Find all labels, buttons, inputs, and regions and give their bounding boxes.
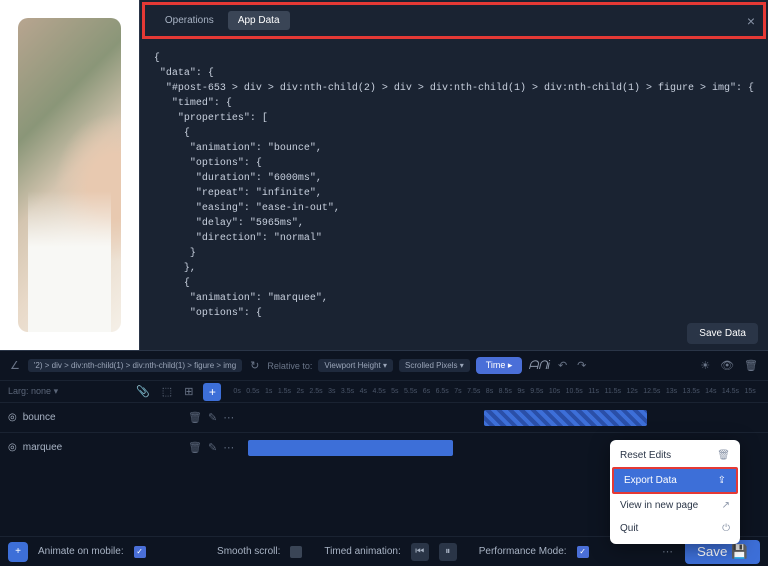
- animate-mobile-label: Animate on mobile:: [38, 546, 124, 557]
- code-view[interactable]: { "data": { "#post-653 > div > div:nth-c…: [140, 41, 768, 317]
- more-icon[interactable]: ⋯: [223, 411, 234, 424]
- preview-image: [18, 18, 121, 332]
- data-panel: Operations App Data × { "data": { "#post…: [139, 0, 768, 350]
- layers-icon[interactable]: ⬚: [160, 383, 174, 400]
- more-icon[interactable]: ⋯: [660, 543, 675, 560]
- preview-panel: [0, 0, 139, 350]
- toolbar: ∠ '2) > div > div:nth-child(1) > div:nth…: [0, 350, 768, 380]
- breadcrumb[interactable]: '2) > div > div:nth-child(1) > div:nth-c…: [28, 359, 242, 372]
- undo-icon[interactable]: ↶: [556, 357, 569, 374]
- animate-mobile-checkbox[interactable]: ✓: [134, 546, 146, 558]
- ctx-view-new-page[interactable]: View in new page ↗: [610, 494, 740, 517]
- track-label[interactable]: ◎marquee: [8, 442, 188, 453]
- add-track-button[interactable]: +: [203, 383, 221, 401]
- brightness-icon[interactable]: ☀: [698, 357, 712, 374]
- plus-outline-icon[interactable]: ⊞: [182, 383, 195, 400]
- target-icon: ◎: [8, 442, 17, 453]
- viewport-select[interactable]: Viewport Height ▾: [318, 359, 393, 372]
- redo-icon[interactable]: ↷: [575, 357, 588, 374]
- edit-icon[interactable]: ✎: [208, 441, 217, 454]
- edit-icon[interactable]: ✎: [208, 411, 217, 424]
- trash-icon[interactable]: 🗑: [188, 441, 202, 454]
- track-bar[interactable]: [248, 440, 453, 456]
- smooth-scroll-label: Smooth scroll:: [217, 546, 280, 557]
- track-timeline[interactable]: [248, 410, 760, 426]
- track-label[interactable]: ◎bounce: [8, 412, 188, 423]
- track-bar[interactable]: [484, 410, 648, 426]
- power-icon: ⏻: [722, 523, 730, 534]
- smooth-scroll-checkbox[interactable]: [290, 546, 302, 558]
- add-button[interactable]: +: [8, 542, 28, 562]
- trash-icon: 🗑: [717, 450, 730, 461]
- save-data-button[interactable]: Save Data: [687, 323, 758, 344]
- save-icon: 💾: [731, 544, 748, 560]
- trash-icon[interactable]: 🗑: [188, 411, 202, 424]
- attach-icon[interactable]: 📎: [134, 383, 152, 400]
- refresh-icon[interactable]: ↻: [248, 357, 261, 374]
- tabs-row: Operations App Data ×: [142, 2, 766, 39]
- pause-button[interactable]: ⏸: [439, 543, 457, 561]
- back-icon[interactable]: ∠: [8, 357, 22, 374]
- ctx-export-data[interactable]: Export Data ⇪: [612, 467, 738, 494]
- ctx-quit[interactable]: Quit ⏻: [610, 517, 740, 540]
- scrolled-select[interactable]: Scrolled Pixels ▾: [399, 359, 470, 372]
- timeline-header: Larg: none ▾ 📎 ⬚ ⊞ + 0s0.5s1s1.5s2s2.5s3…: [0, 380, 768, 402]
- time-button[interactable]: Time ▸: [476, 357, 523, 374]
- performance-mode-label: Performance Mode:: [479, 546, 567, 557]
- eye-icon[interactable]: 👁: [718, 357, 736, 374]
- close-icon[interactable]: ×: [747, 13, 755, 29]
- timeline-ruler[interactable]: 0s0.5s1s1.5s2s2.5s3s3.5s4s4.5s5s5.5s6s6.…: [229, 381, 760, 402]
- tab-app-data[interactable]: App Data: [228, 11, 290, 30]
- ctx-reset-edits[interactable]: Reset Edits 🗑: [610, 444, 740, 467]
- track-row: ◎bounce🗑 ✎ ⋯: [0, 402, 768, 432]
- context-menu: Reset Edits 🗑 Export Data ⇪ View in new …: [610, 440, 740, 544]
- external-link-icon: ↗: [722, 500, 730, 511]
- timed-animation-label: Timed animation:: [324, 546, 400, 557]
- performance-mode-checkbox[interactable]: ✓: [577, 546, 589, 558]
- target-icon: ◎: [8, 412, 17, 423]
- more-icon[interactable]: ⋯: [223, 441, 234, 454]
- prev-frame-button[interactable]: ⏮: [411, 543, 429, 561]
- tab-operations[interactable]: Operations: [155, 11, 224, 30]
- relative-to-label: Relative to:: [267, 361, 312, 371]
- upload-icon: ⇪: [718, 475, 726, 486]
- breakpoint-label: Larg: none ▾: [8, 386, 58, 397]
- ani-logo: ᗩᑎi: [528, 358, 550, 373]
- trash-icon[interactable]: 🗑: [742, 357, 760, 374]
